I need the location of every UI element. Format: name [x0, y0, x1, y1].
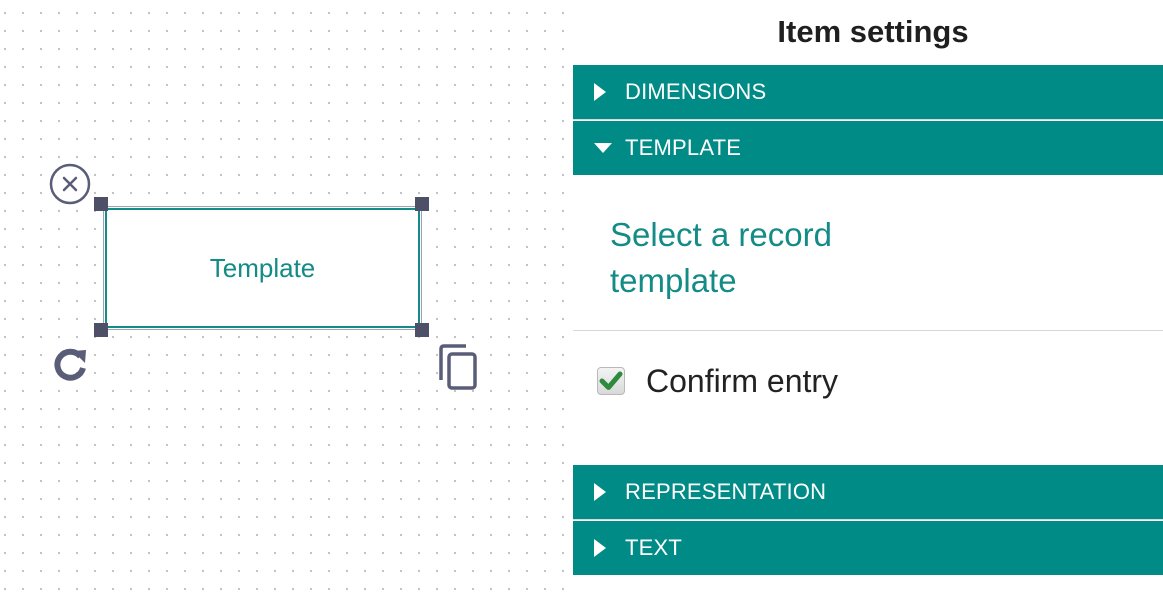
section-representation-label: REPRESENTATION — [625, 479, 827, 504]
rotate-icon[interactable] — [50, 344, 92, 386]
section-dimensions-label: DIMENSIONS — [625, 79, 767, 104]
resize-handle-bottom-right[interactable] — [415, 323, 429, 337]
section-representation-header[interactable]: REPRESENTATION — [573, 465, 1163, 519]
caret-right-icon — [593, 538, 619, 558]
select-template-link[interactable]: Select a record template — [610, 212, 940, 304]
resize-handle-top-left[interactable] — [94, 197, 108, 211]
panel-title: Item settings — [777, 14, 969, 49]
caret-down-icon — [593, 141, 619, 155]
section-template-label: TEMPLATE — [625, 135, 742, 160]
confirm-entry-row[interactable]: Confirm entry — [597, 358, 838, 404]
resize-handle-top-right[interactable] — [415, 197, 429, 211]
confirm-entry-checkbox[interactable] — [597, 367, 625, 395]
section-text-label: TEXT — [625, 535, 683, 560]
template-divider — [573, 330, 1163, 331]
resize-handle-bottom-left[interactable] — [94, 323, 108, 337]
design-canvas[interactable]: Template — [0, 0, 573, 599]
section-dimensions-header[interactable]: DIMENSIONS — [573, 65, 1163, 119]
template-item[interactable]: Template — [103, 206, 422, 330]
caret-right-icon — [593, 482, 619, 502]
confirm-entry-label: Confirm entry — [646, 362, 839, 399]
section-divider — [573, 519, 1163, 520]
section-template-header[interactable]: TEMPLATE — [573, 121, 1163, 175]
section-text-header[interactable]: TEXT — [573, 521, 1163, 575]
template-item-label: Template — [209, 252, 316, 283]
copy-icon[interactable] — [436, 342, 482, 392]
section-divider — [573, 119, 1163, 120]
checkmark-icon — [599, 371, 623, 390]
item-settings-panel: Item settings DIMENSIONS TEMPLATE Select… — [573, 0, 1163, 599]
caret-right-icon — [593, 82, 619, 102]
delete-icon[interactable] — [48, 162, 92, 206]
